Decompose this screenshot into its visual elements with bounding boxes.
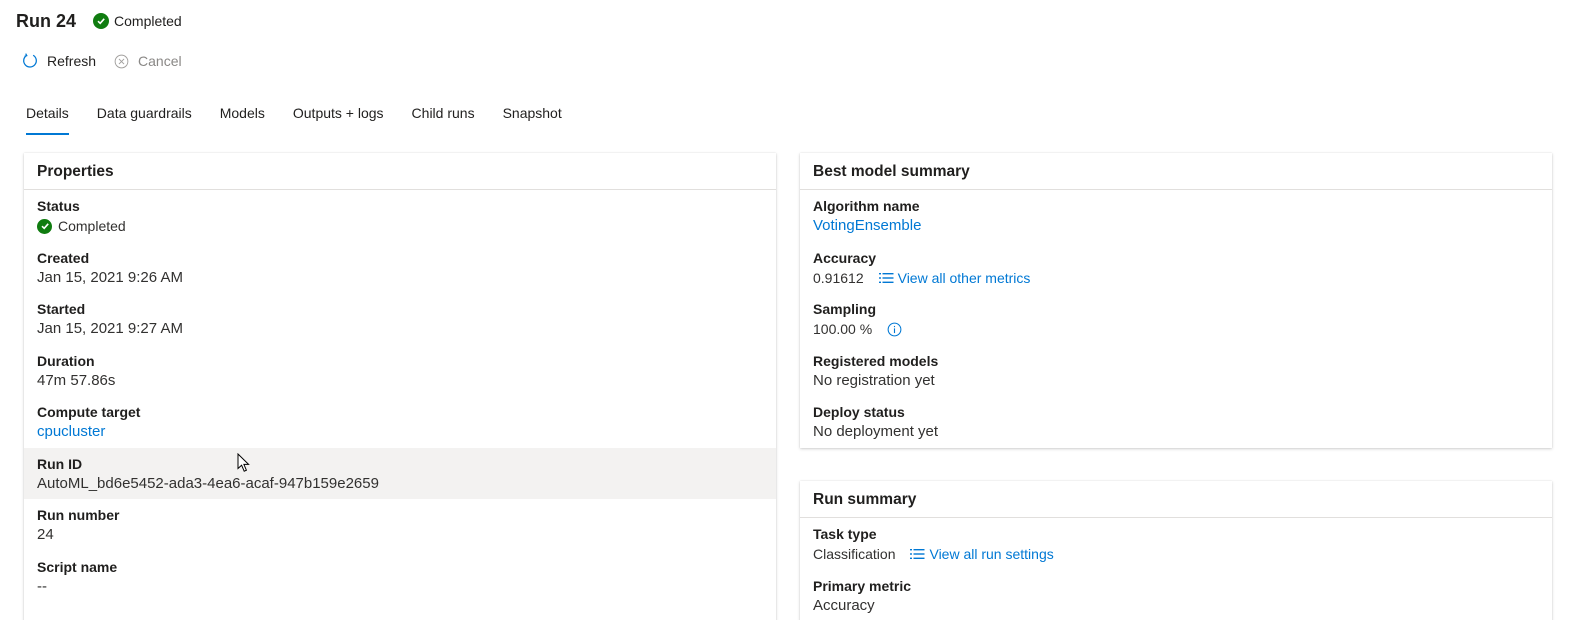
run-number-value: 24 bbox=[37, 526, 54, 543]
list-icon bbox=[910, 549, 925, 559]
status-text: Completed bbox=[114, 13, 182, 29]
run-id-value: AutoML_bd6e5452-ada3-4ea6-acaf-947b159e2… bbox=[37, 474, 379, 492]
registered-models-value: No registration yet bbox=[813, 371, 935, 389]
script-name-value: -- bbox=[37, 577, 47, 595]
cancel-icon bbox=[111, 51, 131, 71]
started-label: Started bbox=[37, 301, 86, 317]
cancel-button[interactable]: Cancel bbox=[111, 51, 182, 71]
registered-models-field: Registered models No registration yet bbox=[800, 345, 1552, 397]
status-value-text: Completed bbox=[58, 218, 126, 234]
task-type-value: Classification bbox=[813, 546, 896, 562]
command-bar: Refresh Cancel bbox=[20, 48, 197, 74]
compute-target-link[interactable]: cpucluster bbox=[37, 421, 763, 443]
started-value: Jan 15, 2021 9:27 AM bbox=[37, 320, 183, 337]
duration-label: Duration bbox=[37, 352, 95, 369]
tab-child-runs[interactable]: Child runs bbox=[412, 100, 475, 136]
primary-metric-value: Accuracy bbox=[813, 596, 875, 614]
refresh-button[interactable]: Refresh bbox=[20, 51, 96, 71]
cancel-label: Cancel bbox=[138, 53, 182, 69]
task-type-field: Task type Classification View all run se… bbox=[800, 518, 1552, 570]
tab-data-guardrails[interactable]: Data guardrails bbox=[97, 100, 192, 136]
view-run-settings-link[interactable]: View all run settings bbox=[910, 543, 1054, 565]
algorithm-link[interactable]: VotingEnsemble bbox=[813, 215, 1539, 237]
status-label: Status bbox=[37, 198, 80, 214]
compute-target-field: Compute target cpucluster bbox=[24, 396, 776, 448]
accuracy-value: 0.91612 bbox=[813, 269, 864, 286]
tab-snapshot[interactable]: Snapshot bbox=[503, 100, 562, 136]
accuracy-label: Accuracy bbox=[813, 249, 877, 266]
tab-models[interactable]: Models bbox=[220, 100, 265, 136]
duration-value: 47m 57.86s bbox=[37, 371, 116, 389]
accuracy-field: Accuracy 0.91612 View all other metrics bbox=[800, 242, 1552, 294]
started-field: Started Jan 15, 2021 9:27 AM bbox=[24, 293, 776, 345]
tab-details[interactable]: Details bbox=[26, 100, 69, 136]
view-metrics-label: View all other metrics bbox=[897, 269, 1031, 286]
tab-outputs-logs[interactable]: Outputs + logs bbox=[293, 100, 384, 136]
check-circle-icon bbox=[37, 218, 52, 234]
algorithm-field: Algorithm name VotingEnsemble bbox=[800, 190, 1552, 242]
status-badge: Completed bbox=[93, 13, 182, 29]
deploy-status-field: Deploy status No deployment yet bbox=[800, 396, 1552, 448]
run-summary-card: Run summary Task type Classification Vie… bbox=[800, 481, 1552, 620]
run-number-label: Run number bbox=[37, 507, 120, 523]
primary-metric-field: Primary metric Accuracy bbox=[800, 570, 1552, 620]
tab-bar: Details Data guardrails Models Outputs +… bbox=[26, 100, 590, 136]
refresh-icon bbox=[20, 51, 40, 71]
task-type-value-row: Classification View all run settings bbox=[813, 543, 1539, 565]
run-id-label: Run ID bbox=[37, 455, 83, 472]
view-run-settings-label: View all run settings bbox=[929, 546, 1054, 562]
registered-models-label: Registered models bbox=[813, 352, 939, 369]
script-name-field: Script name -- bbox=[24, 551, 776, 603]
properties-title: Properties bbox=[24, 153, 776, 190]
task-type-label: Task type bbox=[813, 526, 877, 542]
duration-field: Duration 47m 57.86s bbox=[24, 345, 776, 397]
run-summary-title: Run summary bbox=[800, 481, 1552, 518]
script-name-label: Script name bbox=[37, 558, 118, 575]
deploy-status-label: Deploy status bbox=[813, 404, 905, 420]
run-id-field: Run ID AutoML_bd6e5452-ada3-4ea6-acaf-94… bbox=[24, 447, 776, 499]
deploy-status-value: No deployment yet bbox=[813, 423, 939, 440]
run-number-field: Run number 24 bbox=[24, 499, 776, 551]
accuracy-value-row: 0.91612 View all other metrics bbox=[813, 267, 1539, 289]
sampling-value-row: 100.00 % bbox=[813, 318, 1539, 340]
sampling-label: Sampling bbox=[813, 301, 877, 317]
properties-card: Properties Status Completed Created Jan … bbox=[24, 153, 776, 620]
sampling-field: Sampling 100.00 % bbox=[800, 293, 1552, 345]
primary-metric-label: Primary metric bbox=[813, 577, 912, 594]
created-field: Created Jan 15, 2021 9:26 AM bbox=[24, 242, 776, 294]
status-field: Status Completed bbox=[24, 190, 776, 242]
mouse-pointer-icon bbox=[237, 453, 250, 472]
check-circle-icon bbox=[93, 13, 110, 29]
created-value: Jan 15, 2021 9:26 AM bbox=[37, 268, 183, 286]
info-icon[interactable] bbox=[887, 322, 902, 337]
created-label: Created bbox=[37, 249, 90, 266]
page-header: Run 24 Completed bbox=[16, 8, 182, 34]
algorithm-label: Algorithm name bbox=[813, 198, 920, 214]
sampling-value: 100.00 % bbox=[813, 321, 873, 337]
list-icon bbox=[878, 272, 894, 283]
status-value: Completed bbox=[37, 215, 763, 237]
view-metrics-link[interactable]: View all other metrics bbox=[878, 267, 1031, 289]
best-model-title: Best model summary bbox=[800, 153, 1552, 190]
compute-target-label: Compute target bbox=[37, 404, 141, 420]
page-title: Run 24 bbox=[16, 10, 77, 31]
best-model-card: Best model summary Algorithm name Voting… bbox=[800, 153, 1552, 448]
refresh-label: Refresh bbox=[47, 53, 97, 69]
